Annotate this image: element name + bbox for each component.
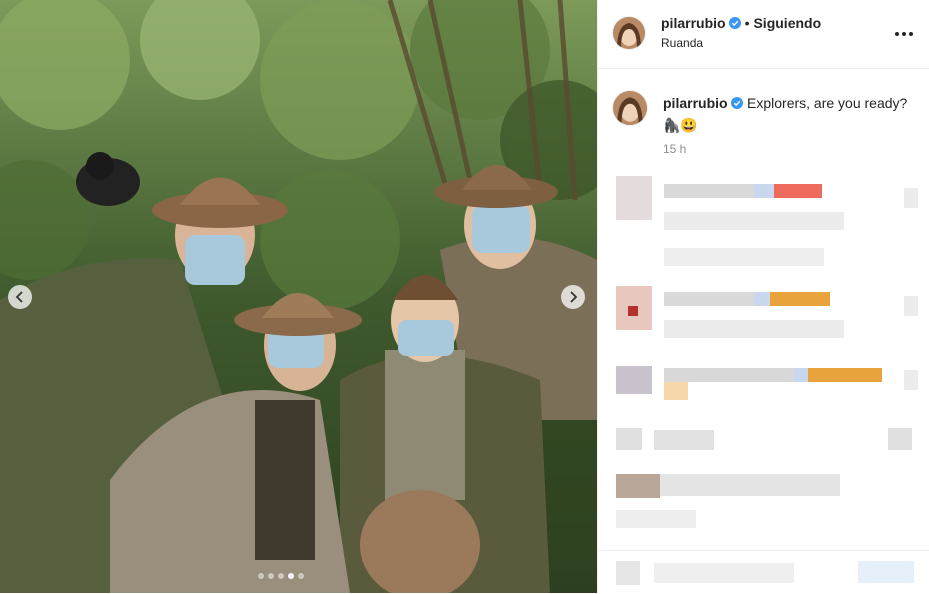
more-dot — [902, 32, 906, 36]
separator-dot: • — [744, 15, 750, 31]
comment-like-icon[interactable] — [904, 188, 918, 208]
carousel-dot — [278, 573, 284, 579]
comment-avatar[interactable] — [616, 474, 660, 498]
caption-emojis: 🦍😃 — [663, 117, 698, 133]
caption-avatar[interactable] — [612, 90, 648, 126]
comment-line — [616, 510, 696, 528]
post-location[interactable]: Ruanda — [661, 36, 703, 50]
more-options-button[interactable] — [892, 22, 916, 46]
avatar-portrait-icon — [613, 17, 645, 49]
chevron-left-icon — [15, 291, 23, 303]
comment-line — [774, 184, 822, 198]
comment-line — [660, 474, 840, 496]
jungle-photo-illustration — [0, 0, 597, 593]
comment-line — [664, 382, 688, 400]
comment-line — [754, 184, 774, 198]
post-timestamp[interactable]: 15 h — [663, 142, 686, 156]
comment-like-icon[interactable] — [904, 370, 918, 390]
comment-line — [754, 292, 770, 306]
comment-avatar[interactable] — [616, 428, 642, 450]
author-avatar[interactable] — [612, 16, 646, 50]
following-button[interactable]: Siguiendo — [753, 15, 821, 31]
comment-line — [654, 430, 714, 450]
verified-badge-icon — [728, 17, 741, 29]
comment-line — [888, 428, 912, 450]
comment-line — [770, 292, 830, 306]
comment-input[interactable] — [654, 563, 794, 583]
post-photo[interactable] — [0, 0, 597, 593]
comment-line — [808, 368, 882, 382]
add-comment-bar[interactable] — [598, 550, 929, 594]
comment-line — [664, 184, 754, 198]
comment-avatar-detail — [628, 306, 638, 316]
chevron-right-icon — [570, 291, 578, 303]
verified-badge-icon — [730, 97, 743, 109]
carousel-dot — [268, 573, 274, 579]
carousel-prev-button[interactable] — [8, 285, 32, 309]
avatar-portrait-icon — [613, 91, 647, 125]
comment-line — [664, 292, 754, 306]
carousel-indicators — [258, 573, 304, 579]
more-dot — [909, 32, 913, 36]
post-side-panel: pilarrubio • Siguiendo Ruanda pilarrubio E… — [597, 0, 929, 594]
comment-line — [664, 368, 794, 382]
comment-avatar[interactable] — [616, 366, 652, 394]
comment-line — [794, 368, 808, 382]
comment-line — [664, 212, 844, 230]
post-header: pilarrubio • Siguiendo Ruanda — [598, 0, 929, 69]
comment-avatar[interactable] — [616, 176, 652, 220]
comment-like-icon[interactable] — [904, 296, 918, 316]
more-horizontal-icon — [895, 32, 899, 36]
comment-line — [664, 248, 824, 266]
caption-text: Explorers, are you ready? — [747, 95, 908, 111]
carousel-dot-active — [288, 573, 294, 579]
post-comment-button[interactable] — [858, 561, 914, 583]
comment-line — [664, 320, 844, 338]
emoji-icon[interactable] — [616, 561, 640, 585]
caption-username[interactable]: pilarrubio — [663, 95, 728, 111]
carousel-next-button[interactable] — [561, 285, 585, 309]
carousel-dot — [298, 573, 304, 579]
author-username[interactable]: pilarrubio — [661, 15, 726, 31]
carousel-dot — [258, 573, 264, 579]
caption: pilarrubio Explorers, are you ready? 🦍😃 — [663, 93, 918, 135]
